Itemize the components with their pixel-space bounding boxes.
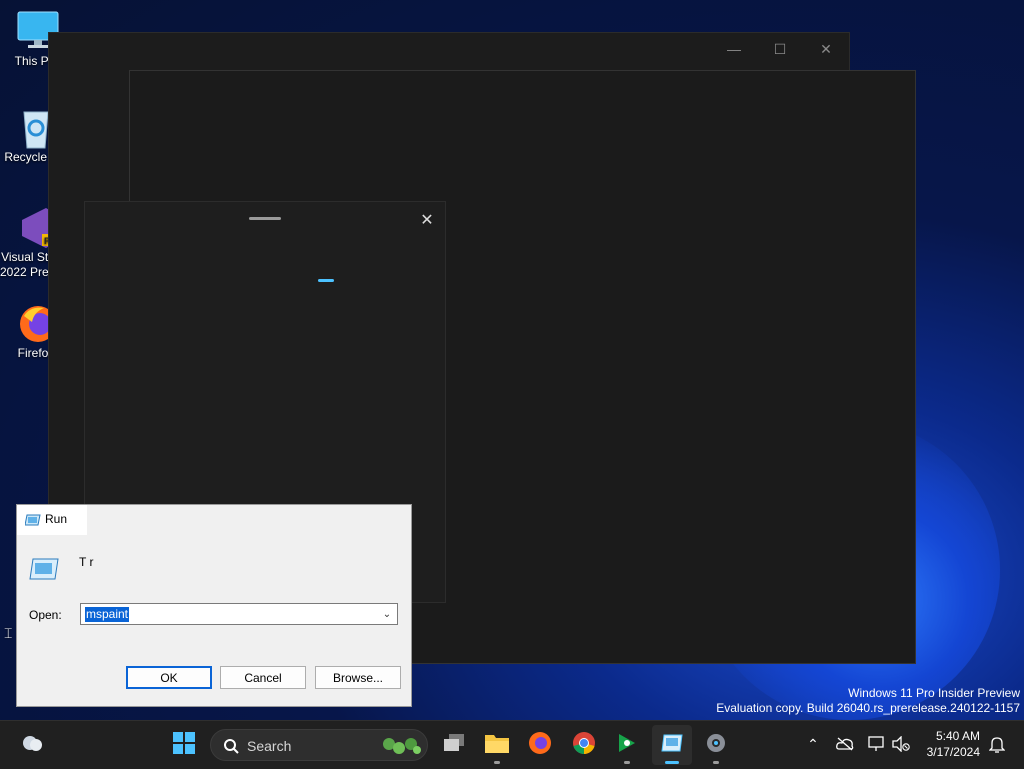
- onedrive-icon[interactable]: [834, 733, 856, 755]
- chevron-up-icon[interactable]: ⌃: [802, 733, 824, 755]
- running-indicator: [713, 761, 719, 764]
- start-button[interactable]: [164, 725, 204, 765]
- run-taskbar-button[interactable]: [652, 725, 692, 765]
- file-explorer-icon: [485, 733, 509, 758]
- volume-muted-icon[interactable]: [890, 733, 912, 755]
- chrome-taskbar-button[interactable]: [564, 725, 604, 765]
- run-title: Run: [45, 512, 68, 526]
- firefox-taskbar-button[interactable]: [520, 725, 560, 765]
- drag-handle[interactable]: [249, 217, 281, 220]
- chevron-down-icon[interactable]: ⌄: [380, 607, 394, 621]
- task-view-button[interactable]: [434, 725, 474, 765]
- run-description: T r: [79, 555, 94, 569]
- firefox-icon: [528, 731, 552, 760]
- minimize-button[interactable]: —: [711, 33, 757, 65]
- clover-highlight-icon: [379, 734, 423, 763]
- clock-time[interactable]: 5:40 AM: [936, 729, 980, 743]
- running-indicator: [494, 761, 500, 764]
- watermark-line-1: Windows 11 Pro Insider Preview: [848, 686, 1020, 700]
- evaluation-watermark: Windows 11 Pro Insider Preview Evaluatio…: [716, 686, 1020, 716]
- run-small-icon: [24, 513, 41, 532]
- game-pass-icon: [616, 732, 638, 759]
- search-placeholder: Search: [247, 738, 292, 754]
- start-icon: [173, 731, 195, 759]
- task-view-icon: [443, 733, 465, 757]
- chrome-icon: [572, 731, 596, 760]
- clock-date[interactable]: 3/17/2024: [927, 745, 980, 759]
- search-icon: [223, 738, 239, 759]
- settings-taskbar-button[interactable]: [696, 725, 736, 765]
- weather-widget[interactable]: [12, 725, 52, 765]
- active-indicator: [665, 761, 679, 764]
- weather-icon: [20, 733, 44, 758]
- run-app-icon: [661, 734, 683, 757]
- run-title-bar[interactable]: Run: [17, 505, 87, 535]
- close-icon: ✕: [420, 212, 434, 229]
- run-app-icon: [29, 557, 59, 581]
- notification-bell-icon[interactable]: [986, 733, 1008, 755]
- maximize-button[interactable]: ☐: [757, 33, 803, 65]
- settings-icon: [705, 732, 727, 759]
- taskbar-search-box[interactable]: Search: [210, 729, 428, 761]
- flyout-close-button[interactable]: ✕: [415, 208, 439, 232]
- open-combobox[interactable]: mspaint ⌄: [80, 603, 398, 625]
- network-icon[interactable]: [866, 733, 888, 755]
- ok-button[interactable]: OK: [126, 666, 212, 689]
- cancel-button[interactable]: Cancel: [220, 666, 306, 689]
- close-button[interactable]: ✕: [803, 33, 849, 65]
- taskbar: Search ⌃ 5:40 AM 3/17/2024: [0, 720, 1024, 769]
- game-pass-taskbar-button[interactable]: [607, 725, 647, 765]
- browse-button[interactable]: Browse...: [315, 666, 401, 689]
- running-indicator: [624, 761, 630, 764]
- run-dialog[interactable]: Run T r Open: mspaint ⌄ OK Cancel Browse…: [16, 504, 412, 707]
- open-input-value[interactable]: mspaint: [85, 607, 130, 622]
- loading-spinner: [318, 279, 334, 282]
- text-cursor-icon: ⌶: [4, 625, 13, 641]
- file-explorer-button[interactable]: [477, 725, 517, 765]
- open-label: Open:: [29, 608, 62, 622]
- watermark-line-2: Evaluation copy. Build 26040.rs_prerelea…: [716, 701, 1020, 715]
